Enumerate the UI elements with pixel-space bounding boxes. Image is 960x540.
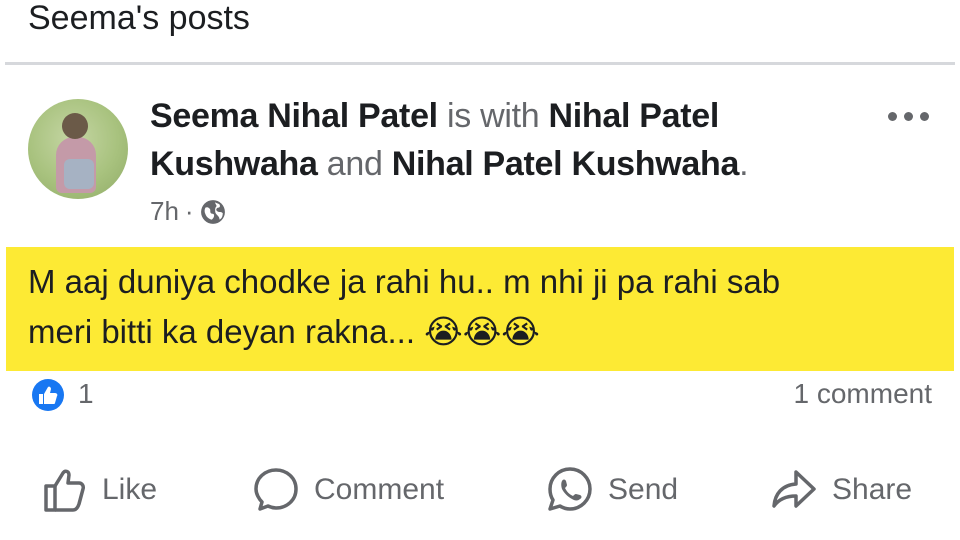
comment-button[interactable]: Comment <box>250 458 444 522</box>
post-text-line-2: meri bitti ka deyan rakna... 😭😭😭 <box>28 313 540 350</box>
comment-count[interactable]: 1 comment <box>794 378 933 410</box>
post-meta: 7h · <box>150 196 226 227</box>
share-label: Share <box>832 473 913 506</box>
more-options-icon[interactable] <box>888 104 938 128</box>
and-text: and <box>326 145 383 183</box>
more-dot <box>904 111 913 121</box>
period: . <box>739 145 749 183</box>
post-header: Seema Nihal Patel is with Nihal Patel Ku… <box>150 92 850 188</box>
post-text-line-1: M aaj duniya chodke ja rahi hu.. m nhi j… <box>28 263 781 300</box>
avatar-figure-shade <box>64 159 94 189</box>
more-dot <box>888 111 897 121</box>
action-bar: Like Comment Send Share <box>0 458 960 528</box>
section-title: Seema's posts <box>28 0 250 37</box>
send-button[interactable]: Send <box>544 458 678 522</box>
meta-separator: · <box>184 196 194 226</box>
with-text: is with <box>446 97 540 135</box>
share-button[interactable]: Share <box>768 458 912 522</box>
like-button[interactable]: Like <box>38 458 157 522</box>
comment-bubble-icon <box>254 468 298 511</box>
send-label: Send <box>608 473 679 506</box>
post-time[interactable]: 7h <box>150 196 179 227</box>
avatar[interactable] <box>28 99 128 199</box>
globe-icon[interactable] <box>200 199 226 225</box>
like-label: Like <box>102 473 158 506</box>
post-text: M aaj duniya chodke ja rahi hu.. m nhi j… <box>28 257 948 357</box>
avatar-figure-head <box>62 113 88 139</box>
thumbs-up-icon <box>44 469 85 512</box>
like-count[interactable]: 1 <box>78 378 94 410</box>
divider <box>5 62 955 65</box>
tagged-user-2[interactable]: Nihal Patel Kushwaha <box>392 145 740 183</box>
post-body: M aaj duniya chodke ja rahi hu.. m nhi j… <box>6 247 954 371</box>
share-arrow-icon <box>772 470 816 508</box>
more-dot <box>920 111 929 121</box>
whatsapp-icon <box>548 467 592 511</box>
like-reaction-icon[interactable] <box>28 377 68 413</box>
comment-label: Comment <box>314 473 445 506</box>
author-name[interactable]: Seema Nihal Patel <box>150 97 438 135</box>
